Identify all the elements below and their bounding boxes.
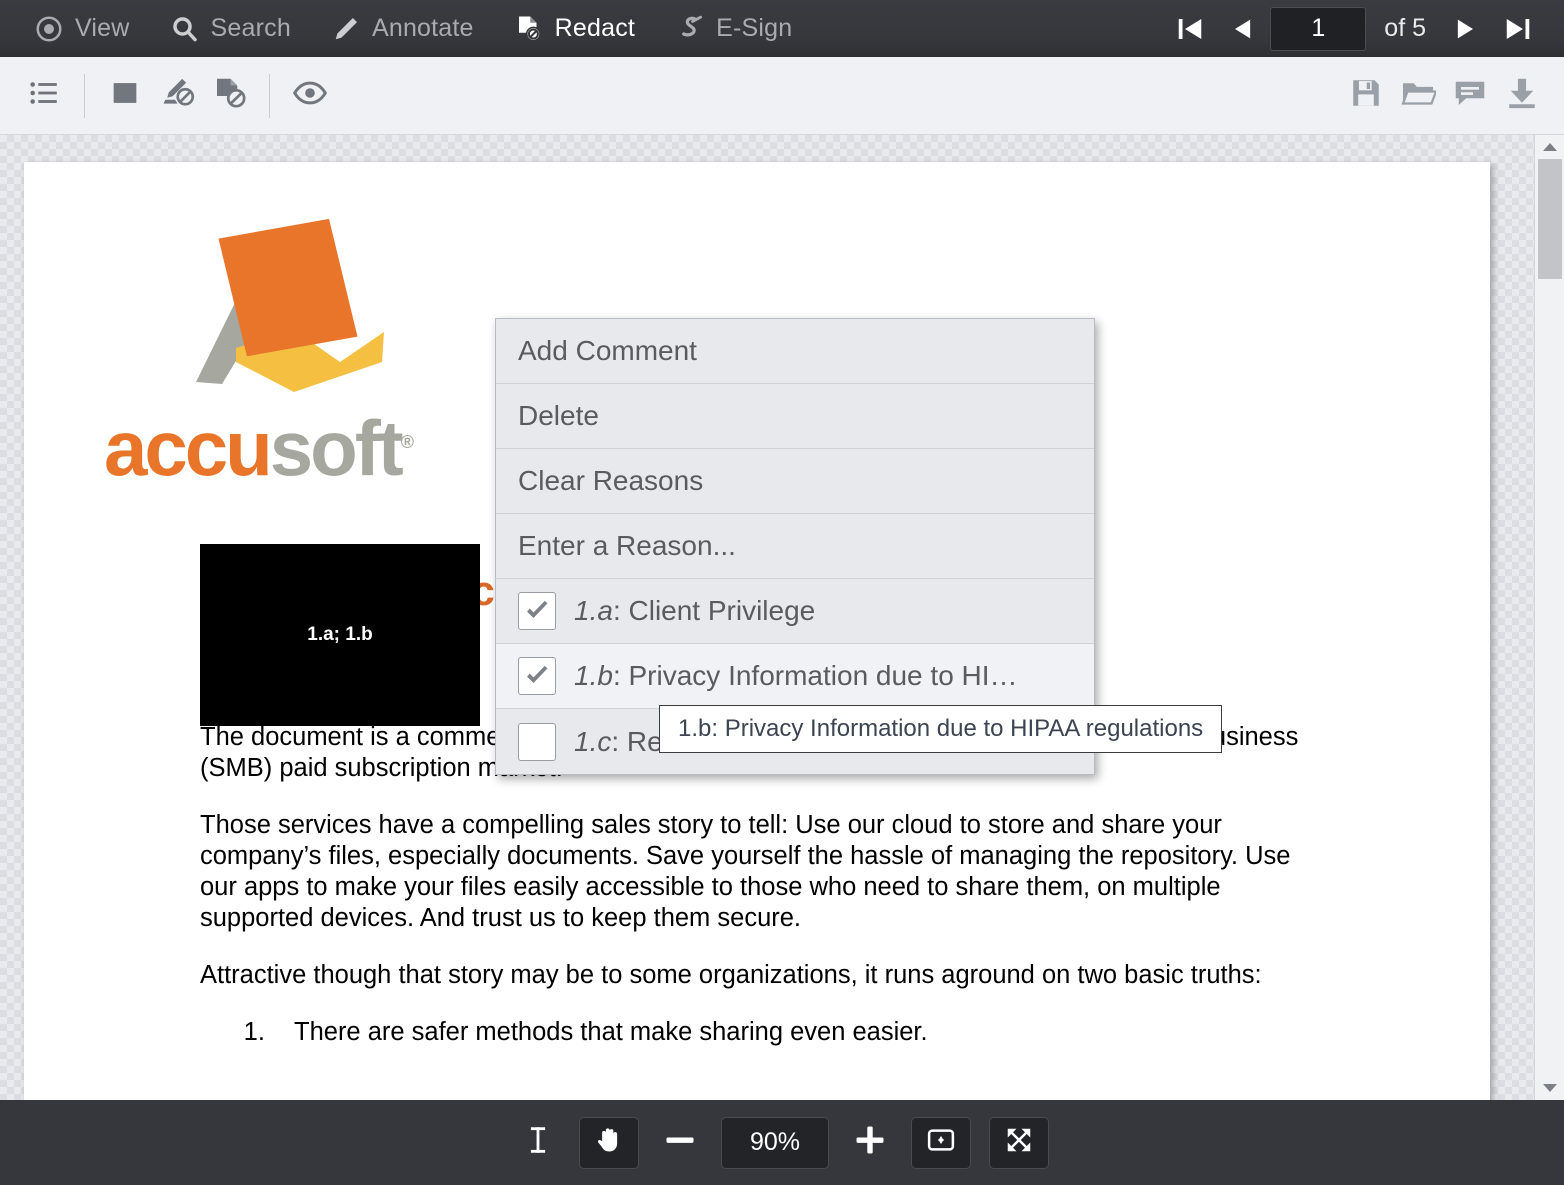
checkbox-checked-icon[interactable] <box>518 592 556 630</box>
page-navigation: 1 of 5 <box>1166 6 1564 52</box>
download-icon <box>1504 75 1540 116</box>
tab-search-label: Search <box>211 14 291 43</box>
paragraph-2: Those services have a compelling sales s… <box>200 810 1330 934</box>
scroll-down-button[interactable] <box>1535 1076 1564 1100</box>
fit-page-button[interactable] <box>989 1117 1049 1169</box>
toolbar-tab-list: View Search Annotate <box>0 8 808 50</box>
save-icon <box>1349 76 1383 115</box>
comments-button[interactable] <box>1444 70 1496 122</box>
full-page-redaction-icon <box>211 75 247 116</box>
redaction-list-button[interactable] <box>18 70 70 122</box>
document-list: There are safer methods that make sharin… <box>272 1017 1330 1048</box>
full-page-redaction-button[interactable] <box>203 70 255 122</box>
previous-page-button[interactable] <box>1218 6 1266 52</box>
zoom-in-button[interactable] <box>847 1120 893 1166</box>
tab-annotate[interactable]: Annotate <box>315 8 490 50</box>
pencil-icon <box>331 14 361 44</box>
checkbox-checked-icon[interactable] <box>518 657 556 695</box>
last-page-button[interactable] <box>1494 6 1542 52</box>
zoom-out-button[interactable] <box>657 1120 703 1166</box>
reason-code-1c: 1.c <box>574 726 611 757</box>
redact-document-icon <box>514 14 544 44</box>
menu-item-enter-a-reason-label: Enter a Reason... <box>518 530 736 562</box>
reason-code-1b: 1.b <box>574 660 613 691</box>
eye-icon <box>34 14 64 44</box>
logo-registered-mark: ® <box>401 432 411 452</box>
toolbar-divider-1 <box>84 74 85 118</box>
reason-tooltip: 1.b: Privacy Information due to HIPAA re… <box>659 705 1222 753</box>
open-file-button[interactable] <box>1392 70 1444 122</box>
menu-item-delete[interactable]: Delete <box>496 384 1094 449</box>
tab-annotate-label: Annotate <box>372 14 474 43</box>
rectangle-redaction-button[interactable] <box>99 70 151 122</box>
minus-icon <box>662 1122 698 1163</box>
reason-code-1a: 1.a <box>574 595 613 626</box>
menu-item-delete-label: Delete <box>518 400 599 432</box>
zoom-level-display[interactable]: 90% <box>721 1117 829 1169</box>
tab-view-label: View <box>75 14 130 43</box>
preview-redactions-button[interactable] <box>284 70 336 122</box>
tab-view[interactable]: View <box>18 8 146 50</box>
text-select-button[interactable] <box>515 1120 561 1166</box>
hand-icon <box>594 1125 624 1160</box>
comment-icon <box>1452 75 1488 116</box>
list-item: There are safer methods that make sharin… <box>272 1017 1330 1048</box>
save-button[interactable] <box>1340 70 1392 122</box>
expand-arrows-icon <box>1004 1125 1034 1160</box>
tab-search[interactable]: Search <box>154 8 307 50</box>
page-count-label: of 5 <box>1370 14 1438 43</box>
logo-word-accu: accu <box>104 404 270 492</box>
tab-redact-label: Redact <box>555 14 635 43</box>
menu-item-reason-1b-label: 1.b: Privacy Information due to HI… <box>574 660 1018 692</box>
menu-item-enter-a-reason[interactable]: Enter a Reason... <box>496 514 1094 579</box>
download-button[interactable] <box>1496 70 1548 122</box>
next-page-button[interactable] <box>1442 6 1490 52</box>
tab-esign[interactable]: E-Sign <box>659 8 808 50</box>
bottom-toolbar: 90% <box>0 1100 1564 1185</box>
redact-tool-toolbar <box>0 57 1564 135</box>
accusoft-logo: accusoft® <box>104 212 434 487</box>
menu-item-reason-1b[interactable]: 1.b: Privacy Information due to HI… <box>496 644 1094 709</box>
menu-item-reason-1a-label: 1.a: Client Privilege <box>574 595 815 627</box>
pdf-viewer-app: View Search Annotate <box>0 0 1564 1185</box>
marker-redaction-icon <box>159 75 195 116</box>
page-number-input[interactable]: 1 <box>1270 7 1366 51</box>
menu-item-clear-reasons[interactable]: Clear Reasons <box>496 449 1094 514</box>
signature-icon <box>675 14 705 44</box>
plus-icon <box>852 1122 888 1163</box>
toolbar-divider-2 <box>269 74 270 118</box>
fit-width-icon <box>926 1125 956 1160</box>
vertical-scrollbar[interactable] <box>1534 135 1564 1100</box>
menu-item-add-comment[interactable]: Add Comment <box>496 319 1094 384</box>
tab-redact[interactable]: Redact <box>498 8 651 50</box>
fit-width-button[interactable] <box>911 1117 971 1169</box>
menu-item-reason-1a[interactable]: 1.a: Client Privilege <box>496 579 1094 644</box>
scrollbar-thumb[interactable] <box>1538 159 1562 279</box>
redaction-reason-label: 1.a; 1.b <box>307 624 372 646</box>
text-cursor-icon <box>521 1123 555 1162</box>
accusoft-logo-mark <box>144 212 384 402</box>
checkbox-unchecked-icon[interactable] <box>518 723 556 761</box>
first-page-button[interactable] <box>1166 6 1214 52</box>
magnifier-icon <box>170 14 200 44</box>
redaction-rectangle[interactable]: 1.a; 1.b <box>200 544 480 726</box>
paragraph-3: Attractive though that story may be to s… <box>200 960 1330 991</box>
accusoft-wordmark: accusoft® <box>104 409 434 487</box>
marker-redaction-button[interactable] <box>151 70 203 122</box>
logo-word-soft: soft <box>270 404 401 492</box>
rectangle-redaction-icon <box>108 76 142 115</box>
reason-text-1a: : Client Privilege <box>613 595 815 626</box>
pan-tool-button[interactable] <box>579 1117 639 1169</box>
menu-item-clear-reasons-label: Clear Reasons <box>518 465 703 497</box>
open-folder-icon <box>1400 75 1436 116</box>
tab-esign-label: E-Sign <box>716 14 792 43</box>
top-toolbar: View Search Annotate <box>0 0 1564 57</box>
reason-text-1b: : Privacy Information due to HI… <box>613 660 1018 691</box>
preview-eye-icon <box>292 75 328 116</box>
scroll-up-button[interactable] <box>1535 135 1564 159</box>
list-icon <box>27 76 61 115</box>
menu-item-add-comment-label: Add Comment <box>518 335 697 367</box>
